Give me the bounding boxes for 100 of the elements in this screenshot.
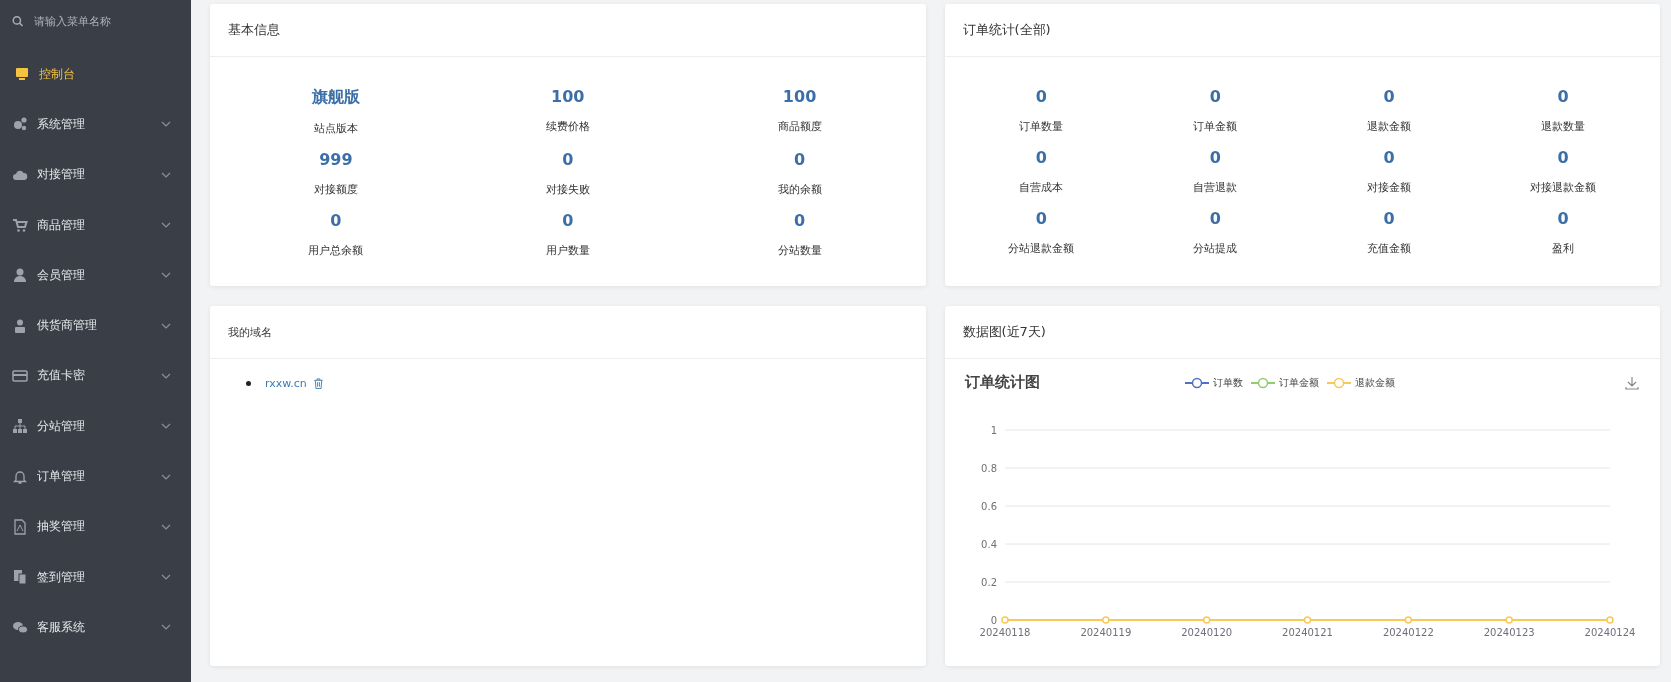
x-tick-label: 20240118: [979, 627, 1030, 638]
sidebar-item[interactable]: 签到管理: [0, 551, 191, 603]
stat-value: 100: [551, 87, 585, 106]
chat-icon: [12, 619, 28, 636]
stat-label: 续费价格: [545, 119, 590, 134]
x-tick-label: 20240121: [1281, 627, 1333, 638]
stat-value: 0: [1383, 87, 1395, 106]
y-tick-label: 0.8: [980, 463, 997, 474]
stat-value: 0: [1557, 87, 1569, 106]
sidebar-item[interactable]: 订单管理: [0, 451, 191, 502]
data-point: [1404, 616, 1412, 624]
sidebar-item[interactable]: 控制台: [0, 49, 191, 100]
card-title: 基本信息: [228, 21, 280, 39]
stat-label: 订单数量: [1019, 119, 1064, 134]
y-tick-label: 0.2: [980, 577, 997, 588]
y-tick-label: 1: [990, 425, 997, 436]
card-title: 订单统计(全部): [962, 21, 1051, 39]
chevron-icon: [161, 272, 171, 279]
sidebar-item[interactable]: 系统管理: [0, 99, 191, 150]
stat-value: 999: [319, 150, 353, 169]
legend-item[interactable]: 订单数: [1184, 375, 1243, 390]
supplier-icon: [12, 317, 28, 334]
bullet-icon: [246, 381, 251, 386]
sidebar-item[interactable]: 抽奖管理: [0, 501, 191, 552]
legend-item[interactable]: 退款金额: [1326, 375, 1395, 390]
stat-label: 分站退款金额: [1008, 241, 1075, 256]
menu-label: 客服系统: [37, 618, 86, 636]
stat-label: 我的余额: [777, 182, 822, 197]
sidebar-item[interactable]: 客服系统: [0, 602, 191, 653]
stat-value: 0: [1557, 148, 1569, 167]
sidebar-item[interactable]: 商品管理: [0, 199, 191, 251]
stat-label: 站点版本: [313, 121, 358, 136]
card-icon: [12, 367, 28, 384]
data-point: [1202, 616, 1210, 624]
stat-label: 对接失败: [545, 182, 590, 197]
chevron-icon: [161, 473, 171, 480]
x-tick-label: 20240122: [1382, 627, 1434, 638]
sidebar-item[interactable]: 会员管理: [0, 250, 191, 301]
menu-label: 供货商管理: [37, 317, 98, 335]
trash-icon[interactable]: [312, 378, 324, 389]
stat-label: 自营成本: [1019, 180, 1064, 195]
bell-icon: [12, 468, 28, 485]
chevron-icon: [161, 372, 171, 379]
chevron-icon: [161, 574, 171, 581]
data-point: [1504, 616, 1513, 624]
gears-icon: [12, 116, 28, 133]
monitor-icon: [14, 66, 30, 83]
sidebar-item[interactable]: 对接管理: [0, 149, 191, 200]
menu-label: 充值卡密: [37, 367, 86, 385]
data-point: [1605, 616, 1614, 624]
data-point: [1000, 616, 1009, 624]
stat-value: 0: [794, 211, 806, 230]
legend-label: 订单金额: [1278, 375, 1319, 390]
stat-value: 0: [1383, 148, 1395, 167]
stat-label: 充值金额: [1367, 241, 1412, 256]
stat-value: 0: [1383, 209, 1395, 228]
stat-value: 0: [1209, 87, 1221, 106]
stat-value: 0: [1209, 209, 1221, 228]
x-tick-label: 20240124: [1584, 627, 1635, 638]
stat-value: 0: [1557, 209, 1569, 228]
stat-label: 商品额度: [777, 119, 822, 134]
stat-label: 自营退款: [1193, 180, 1238, 195]
sidebar-item[interactable]: 供货商管理: [0, 300, 191, 351]
menu-label: 对接管理: [37, 166, 86, 184]
sidebar-item[interactable]: 充值卡密: [0, 350, 191, 402]
x-tick-label: 20240119: [1079, 627, 1131, 638]
sidebar-item[interactable]: 分站管理: [0, 401, 191, 452]
stat-label: 退款金额: [1367, 119, 1412, 134]
search-icon: [12, 14, 24, 29]
x-tick-label: 20240123: [1483, 627, 1535, 638]
pdf-icon: [12, 518, 28, 535]
legend-label: 订单数: [1212, 375, 1243, 390]
stat-value: 0: [1035, 148, 1047, 167]
y-tick-label: 0.4: [980, 539, 997, 550]
stat-label: 用户数量: [545, 243, 590, 258]
stat-label: 分站提成: [1193, 241, 1238, 256]
chevron-icon: [161, 322, 171, 329]
menu-label: 会员管理: [37, 266, 86, 284]
download-icon[interactable]: [1624, 374, 1640, 391]
legend-label: 退款金额: [1354, 375, 1395, 390]
y-tick-label: 0: [990, 615, 997, 626]
menu-label: 签到管理: [37, 568, 86, 586]
x-tick-label: 20240120: [1180, 627, 1232, 638]
data-point: [1101, 616, 1110, 624]
stat-label: 对接退款金额: [1530, 180, 1597, 195]
stat-label: 分站数量: [777, 243, 822, 258]
menu-label: 系统管理: [37, 115, 86, 133]
legend-item[interactable]: 订单金额: [1250, 375, 1319, 390]
chevron-icon: [161, 121, 171, 128]
card-title: 我的域名: [228, 324, 272, 340]
chevron-icon: [161, 624, 171, 631]
domain-link[interactable]: rxxw.cn: [265, 377, 307, 390]
stat-value: 旗舰版: [311, 87, 360, 108]
menu-search-field[interactable]: 请输入菜单名称: [32, 14, 181, 29]
stat-label: 退款数量: [1541, 119, 1586, 134]
user-icon: [12, 267, 28, 284]
stat-value: 0: [1209, 148, 1221, 167]
card-title: 数据图(近7天): [962, 323, 1046, 341]
menu-label: 抽奖管理: [37, 518, 86, 536]
copy-icon: [12, 569, 28, 586]
